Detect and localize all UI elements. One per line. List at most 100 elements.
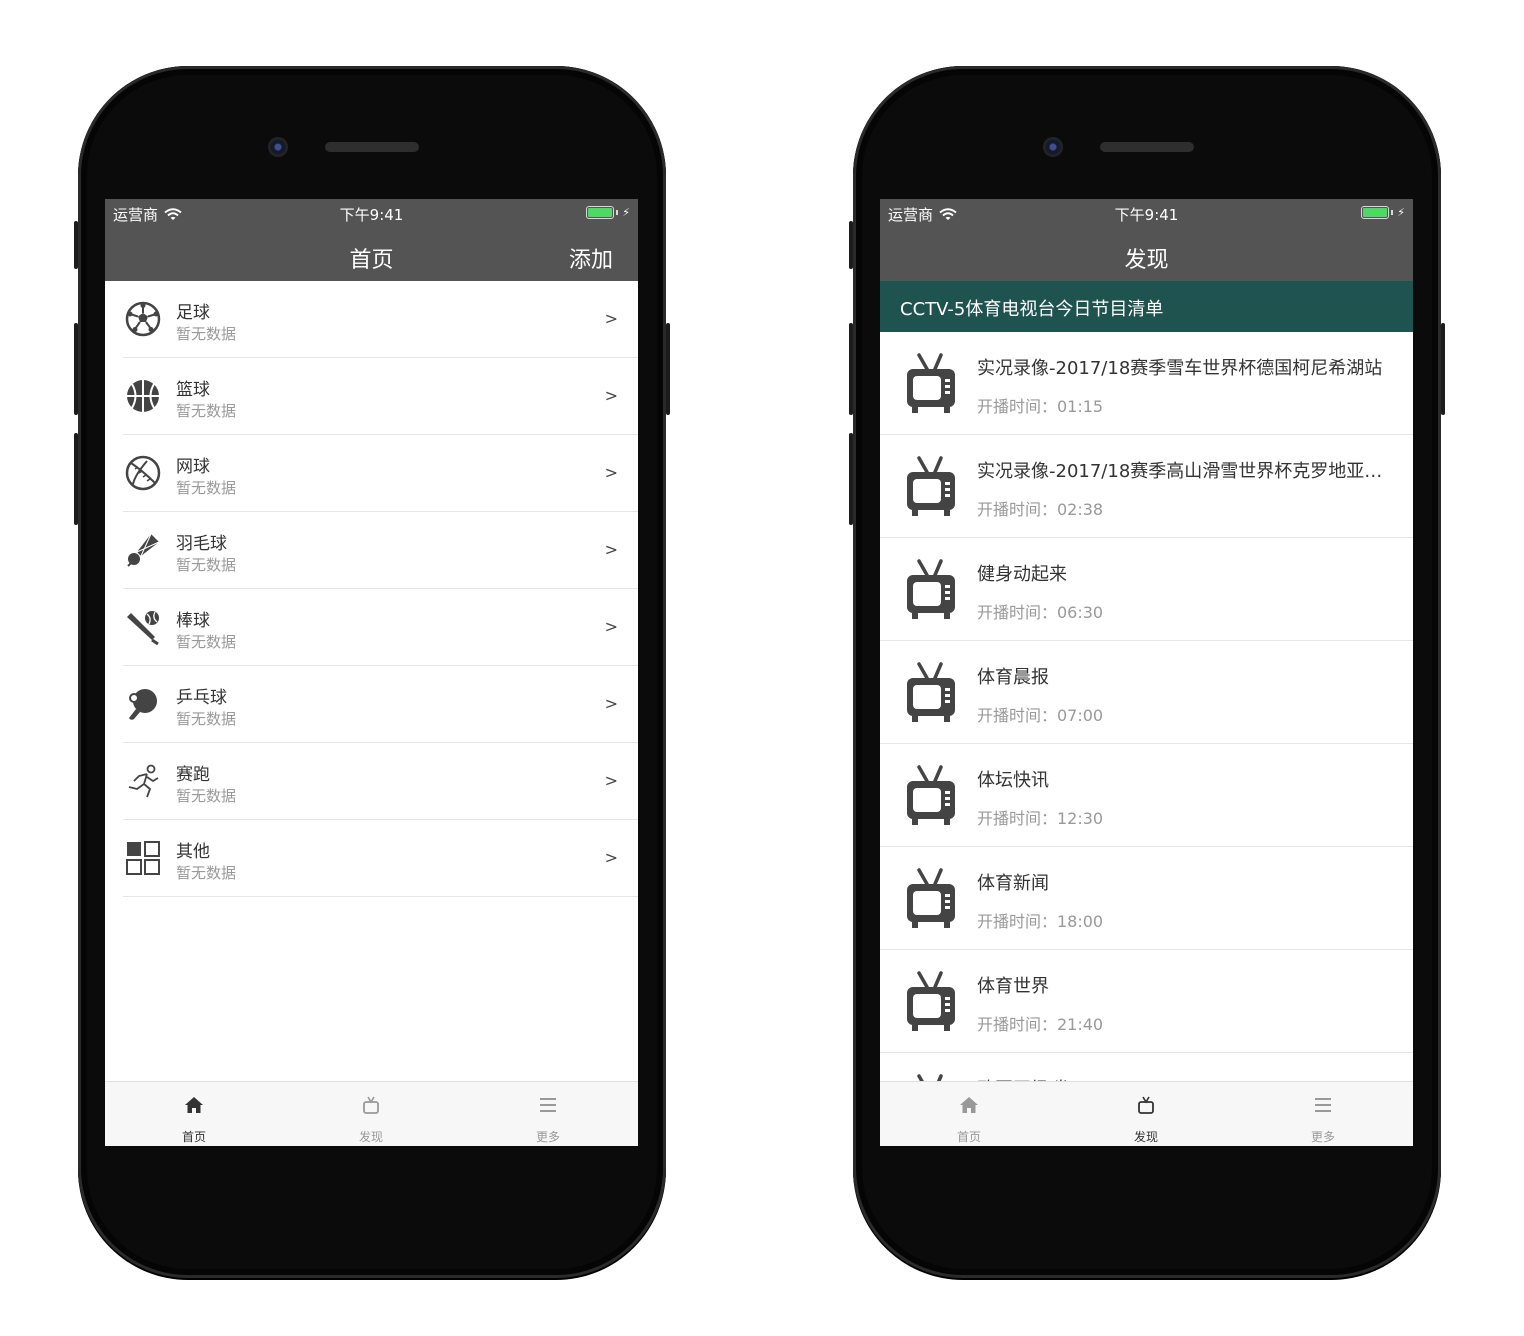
- tab-bar: 首页 发现 更多: [105, 1081, 638, 1146]
- program-time: 开播时间：02:38: [977, 500, 1104, 519]
- tv-icon: [905, 353, 957, 415]
- program-item[interactable]: 体育晨报 开播时间：07:00: [880, 641, 1413, 744]
- list-item-basketball[interactable]: 篮球 暂无数据 >: [105, 358, 638, 435]
- tv-icon: [905, 868, 957, 930]
- list-item-running[interactable]: 赛跑 暂无数据 >: [105, 743, 638, 820]
- front-camera: [1043, 137, 1063, 157]
- program-title: 体育世界: [977, 976, 1049, 997]
- battery-icon: ⚡: [586, 206, 630, 219]
- chevron-right-icon: >: [604, 771, 618, 790]
- program-item[interactable]: 实况录像-2017/18赛季高山滑雪世界杯克罗地亚萨格勒布站 开播时间：02:3…: [880, 435, 1413, 538]
- tv-icon: [905, 971, 957, 1033]
- list-item-other[interactable]: 其他 暂无数据 >: [105, 820, 638, 897]
- program-item[interactable]: 体坛快讯 开播时间：12:30: [880, 744, 1413, 847]
- item-subtitle: 暂无数据: [176, 864, 237, 882]
- baseball-bat-icon: [127, 611, 159, 645]
- item-subtitle: 暂无数据: [176, 787, 237, 805]
- earpiece-speaker: [1100, 142, 1194, 152]
- program-time: 开播时间：01:15: [977, 397, 1104, 416]
- chevron-right-icon: >: [604, 463, 618, 482]
- volume-down-button: [74, 433, 78, 525]
- item-subtitle: 暂无数据: [176, 325, 237, 343]
- list-item-baseball[interactable]: 棒球 暂无数据 >: [105, 589, 638, 666]
- discover-screen: 运营商 下午9:41 ⚡ 发现 CCTV-5体育电视台今日节目清单 实况录像-2…: [880, 199, 1413, 1146]
- phone-frame-discover: 运营商 下午9:41 ⚡ 发现 CCTV-5体育电视台今日节目清单 实况录像-2…: [849, 66, 1445, 1278]
- item-subtitle: 暂无数据: [176, 479, 237, 497]
- tab-more[interactable]: 更多: [1283, 1082, 1363, 1146]
- tab-label: 首页: [181, 1130, 206, 1144]
- status-bar: 运营商 下午9:41 ⚡: [880, 199, 1413, 229]
- program-title: 体坛快讯: [977, 770, 1049, 791]
- phone-frame-home: 运营商 下午9:41 ⚡ 首页 添加 足球 暂无数据 > 篮球 暂无数据 > 网…: [74, 66, 670, 1278]
- home-icon: [960, 1097, 978, 1113]
- tv-icon: [905, 662, 957, 724]
- program-item[interactable]: 实况录像-2017/18赛季雪车世界杯德国柯尼希湖站 开播时间：01:15: [880, 332, 1413, 435]
- power-button: [1441, 323, 1445, 415]
- tab-discover[interactable]: 发现: [331, 1082, 411, 1146]
- menu-icon: [1315, 1098, 1331, 1112]
- item-title: 乒乓球: [176, 688, 227, 708]
- item-subtitle: 暂无数据: [176, 402, 237, 420]
- tab-home[interactable]: 首页: [929, 1082, 1009, 1146]
- grid-icon: [126, 841, 160, 875]
- charging-bolt-icon: ⚡: [622, 206, 630, 219]
- status-time: 下午9:41: [1114, 206, 1179, 224]
- mute-switch: [74, 221, 78, 269]
- volume-up-button: [849, 323, 853, 415]
- item-subtitle: 暂无数据: [176, 633, 237, 651]
- navigation-bar: 发现: [880, 229, 1413, 281]
- tab-label: 更多: [535, 1130, 560, 1144]
- program-time: 开播时间：07:00: [977, 706, 1104, 725]
- program-time: 开播时间：21:40: [977, 1015, 1104, 1034]
- program-item[interactable]: 体育世界 开播时间：21:40: [880, 950, 1413, 1053]
- runner-icon: [128, 764, 159, 798]
- power-button: [666, 323, 670, 415]
- chevron-right-icon: >: [604, 694, 618, 713]
- list-item-ping-pong[interactable]: 乒乓球 暂无数据 >: [105, 666, 638, 743]
- front-camera: [268, 137, 288, 157]
- soccer-ball-icon: [125, 301, 161, 337]
- program-item[interactable]: 体育新闻 开播时间：18:00: [880, 847, 1413, 950]
- tab-more[interactable]: 更多: [508, 1082, 588, 1146]
- status-bar: 运营商 下午9:41 ⚡: [105, 199, 638, 229]
- tab-discover[interactable]: 发现: [1106, 1082, 1186, 1146]
- banner-title: CCTV-5体育电视台今日节目清单: [900, 299, 1164, 320]
- chevron-right-icon: >: [604, 540, 618, 559]
- item-title: 网球: [176, 457, 210, 477]
- tv-icon: [905, 765, 957, 827]
- tv-icon: [905, 456, 957, 518]
- chevron-right-icon: >: [604, 309, 618, 328]
- chevron-right-icon: >: [604, 386, 618, 405]
- program-title: 健身动起来: [977, 564, 1067, 585]
- shuttlecock-icon: [127, 533, 160, 567]
- volume-down-button: [849, 433, 853, 525]
- list-item-tennis[interactable]: 网球 暂无数据 >: [105, 435, 638, 512]
- program-time: 开播时间：12:30: [977, 809, 1104, 828]
- list-item-badminton[interactable]: 羽毛球 暂无数据 >: [105, 512, 638, 589]
- program-title: 体育新闻: [977, 873, 1049, 894]
- tab-bar: 首页 发现 更多: [880, 1081, 1413, 1146]
- tab-label: 首页: [956, 1130, 981, 1144]
- home-screen: 运营商 下午9:41 ⚡ 首页 添加 足球 暂无数据 > 篮球 暂无数据 > 网…: [105, 199, 638, 1146]
- tab-home[interactable]: 首页: [154, 1082, 234, 1146]
- ping-pong-icon: [129, 689, 157, 720]
- navigation-bar: 首页 添加: [105, 229, 638, 281]
- page-title: 首页: [349, 248, 394, 273]
- program-item[interactable]: 健身动起来 开播时间：06:30: [880, 538, 1413, 641]
- page-title: 发现: [1124, 248, 1169, 273]
- program-title: 实况录像-2017/18赛季高山滑雪世界杯克罗地亚萨格勒布站: [977, 461, 1391, 482]
- item-title: 赛跑: [176, 765, 210, 785]
- tab-label: 发现: [358, 1130, 383, 1144]
- program-title: 体育晨报: [977, 667, 1049, 688]
- mute-switch: [849, 221, 853, 269]
- list-item-soccer[interactable]: 足球 暂无数据 >: [105, 281, 638, 358]
- chevron-right-icon: >: [604, 617, 618, 636]
- add-button[interactable]: 添加: [569, 242, 613, 274]
- item-title: 其他: [176, 842, 210, 862]
- program-time: 开播时间：18:00: [977, 912, 1104, 931]
- program-list: 实况录像-2017/18赛季雪车世界杯德国柯尼希湖站 开播时间：01:15 实况…: [880, 332, 1413, 1146]
- earpiece-speaker: [325, 142, 419, 152]
- item-title: 棒球: [176, 611, 210, 631]
- charging-bolt-icon: ⚡: [1397, 206, 1405, 219]
- schedule-banner: CCTV-5体育电视台今日节目清单: [880, 281, 1413, 332]
